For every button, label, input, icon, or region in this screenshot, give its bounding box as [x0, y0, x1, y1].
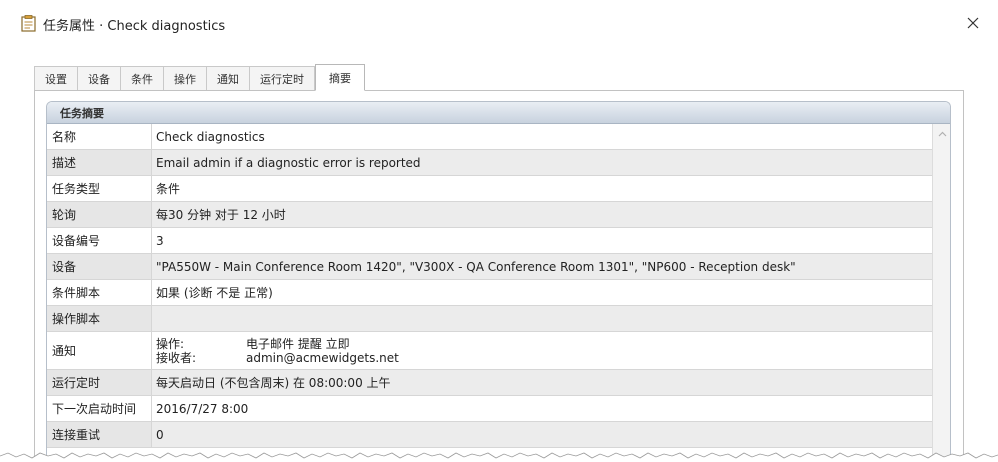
notify-action-label: 操作: [156, 336, 185, 351]
row-value: 条件 [152, 176, 932, 201]
row-label: 通知 [47, 332, 152, 369]
close-icon [967, 17, 979, 29]
vertical-scrollbar[interactable] [932, 124, 950, 462]
table-row: 下一次启动时间 2016/7/27 8:00 [47, 396, 932, 422]
row-value: 3 [152, 228, 932, 253]
torn-edge-decoration [0, 452, 998, 462]
dialog-title: 任务属性 · Check diagnostics [43, 19, 226, 34]
row-value: Email admin if a diagnostic error is rep… [152, 150, 932, 175]
scroll-up-button[interactable] [933, 124, 950, 144]
row-value: "PA550W - Main Conference Room 1420", "V… [152, 254, 932, 279]
tab-actions[interactable]: 操作 [164, 66, 207, 90]
row-value [152, 306, 932, 331]
task-properties-icon [21, 15, 37, 32]
close-button[interactable] [960, 10, 986, 36]
row-label: 连接重试 [47, 422, 152, 447]
row-value: 2016/7/27 8:00 [152, 396, 932, 421]
tab-conditions[interactable]: 条件 [121, 66, 164, 90]
notification-value: 操作: 电子邮件 提醒 立即 接收者: admin@acmewidgets.ne… [152, 332, 932, 369]
table-row: 名称 Check diagnostics [47, 124, 932, 150]
table-row: 通知 操作: 电子邮件 提醒 立即 接收者: admin@acmewidgets… [47, 332, 932, 370]
tab-summary[interactable]: 摘要 [315, 64, 365, 91]
notify-recipient-value: admin@acmewidgets.net [246, 350, 399, 365]
table-row: 操作脚本 [47, 306, 932, 332]
task-summary-header: 任务摘要 [47, 102, 950, 124]
row-label: 任务类型 [47, 176, 152, 201]
row-value: Check diagnostics [152, 124, 932, 149]
table-row: 设备编号 3 [47, 228, 932, 254]
table-row: 任务类型 条件 [47, 176, 932, 202]
task-summary-group: 任务摘要 名称 Check diagnostics 描述 Email admin… [46, 101, 951, 462]
notification-details: 操作: 电子邮件 提醒 立即 接收者: admin@acmewidgets.ne… [156, 337, 399, 365]
table-row: 连接重试 0 [47, 422, 932, 448]
table-row: 运行定时 每天启动日 (不包含周末) 在 08:00:00 上午 [47, 370, 932, 396]
table-row: 设备 "PA550W - Main Conference Room 1420",… [47, 254, 932, 280]
tab-schedule[interactable]: 运行定时 [250, 66, 315, 90]
row-value: 每天启动日 (不包含周末) 在 08:00:00 上午 [152, 370, 932, 395]
task-properties-dialog: 任务属性 · Check diagnostics 设置 设备 条件 操作 通知 … [0, 0, 998, 462]
tab-strip: 设置 设备 条件 操作 通知 运行定时 摘要 [34, 64, 365, 91]
title-bar: 任务属性 · Check diagnostics [0, 0, 998, 48]
tab-devices[interactable]: 设备 [78, 66, 121, 90]
row-value: 每30 分钟 对于 12 小时 [152, 202, 932, 227]
row-label: 运行定时 [47, 370, 152, 395]
row-label: 操作脚本 [47, 306, 152, 331]
table-row: 轮询 每30 分钟 对于 12 小时 [47, 202, 932, 228]
row-label: 名称 [47, 124, 152, 149]
notify-action-value: 电子邮件 提醒 立即 [246, 336, 350, 351]
table-row: 条件脚本 如果 (诊断 不是 正常) [47, 280, 932, 306]
summary-grid: 名称 Check diagnostics 描述 Email admin if a… [47, 124, 932, 448]
row-value: 如果 (诊断 不是 正常) [152, 280, 932, 305]
chevron-up-icon [938, 131, 947, 137]
summary-panel: 任务摘要 名称 Check diagnostics 描述 Email admin… [34, 90, 964, 462]
row-label: 设备编号 [47, 228, 152, 253]
row-label: 轮询 [47, 202, 152, 227]
tab-settings[interactable]: 设置 [34, 66, 78, 90]
row-label: 下一次启动时间 [47, 396, 152, 421]
row-label: 条件脚本 [47, 280, 152, 305]
row-value: 0 [152, 422, 932, 447]
row-label: 设备 [47, 254, 152, 279]
notify-recipient-label: 接收者: [156, 350, 197, 365]
row-label: 描述 [47, 150, 152, 175]
tab-notifications[interactable]: 通知 [207, 66, 250, 90]
table-row: 描述 Email admin if a diagnostic error is … [47, 150, 932, 176]
